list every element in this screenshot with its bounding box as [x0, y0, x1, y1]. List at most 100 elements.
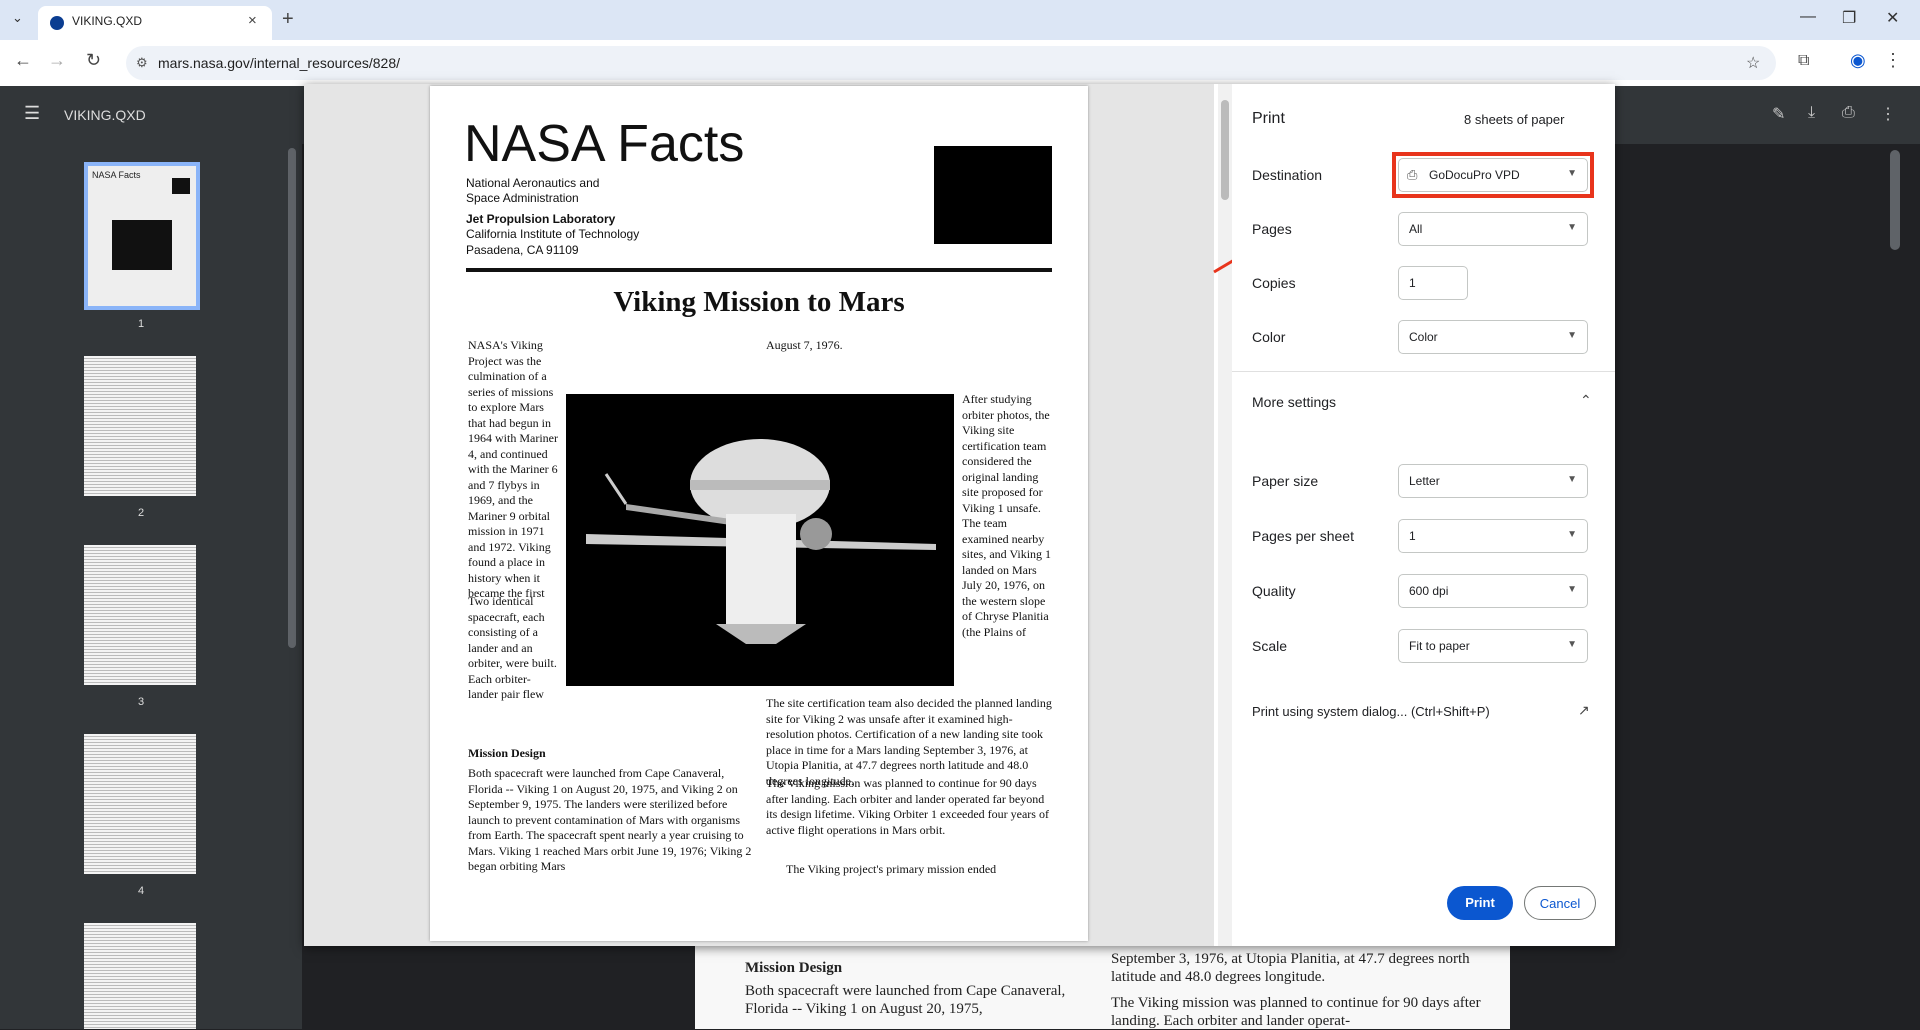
thumbnail-5[interactable] [84, 923, 196, 1029]
system-dialog-label: Print using system dialog... (Ctrl+Shift… [1252, 704, 1490, 719]
copies-value: 1 [1409, 276, 1416, 290]
print-title: Print [1252, 110, 1285, 127]
pages-per-sheet-select[interactable]: 1 ▼ [1398, 519, 1588, 553]
chevron-down-icon: ▼ [1567, 474, 1577, 485]
pages-label: Pages [1252, 221, 1292, 237]
pdf-title: VIKING.QXD [64, 107, 146, 123]
thumbnail-2[interactable] [84, 356, 196, 496]
thumbnail-logo [172, 178, 190, 194]
chevron-down-icon: ▼ [1567, 529, 1577, 540]
hamburger-menu-icon[interactable]: ☰ [24, 103, 40, 124]
background-page: Mission Design Both spacecraft were laun… [695, 946, 1510, 1029]
destination-label: Destination [1252, 167, 1323, 183]
thumbnail-1-number: 1 [138, 318, 145, 330]
nasa-logo-redacted [934, 146, 1052, 244]
scale-select[interactable]: Fit to paper ▼ [1398, 629, 1588, 663]
download-icon[interactable]: ⤓ [1808, 104, 1815, 122]
cancel-button[interactable]: Cancel [1524, 886, 1596, 920]
header-rule [466, 268, 1052, 272]
doc-lab: Jet Propulsion Laboratory [466, 212, 616, 226]
thumbnail-3[interactable] [84, 545, 196, 685]
divider [1232, 371, 1615, 372]
thumbnail-4-number: 4 [138, 885, 145, 897]
print-preview: NASA Facts National Aeronautics and Spac… [304, 84, 1214, 946]
color-select[interactable]: Color ▼ [1398, 320, 1588, 354]
color-value: Color [1409, 330, 1438, 344]
copies-label: Copies [1252, 275, 1296, 291]
new-tab-icon[interactable]: + [282, 8, 294, 31]
paper-size-select[interactable]: Letter ▼ [1398, 464, 1588, 498]
browser-menu-icon[interactable]: ⋮ [1884, 50, 1902, 71]
bg-heading: Mission Design [745, 960, 843, 976]
destination-value: GoDocuPro VPD [1429, 168, 1520, 182]
preview-page: NASA Facts National Aeronautics and Spac… [430, 86, 1088, 941]
reload-icon[interactable]: ↻ [86, 50, 101, 71]
tab-close-icon[interactable]: × [248, 12, 257, 29]
sidebar-scrollbar[interactable] [288, 148, 296, 648]
copies-input[interactable]: 1 [1398, 266, 1468, 300]
pdf-more-icon[interactable]: ⋮ [1880, 104, 1896, 124]
thumbnail-1-label: NASA Facts [92, 170, 141, 180]
quality-label: Quality [1252, 583, 1296, 599]
print-button[interactable]: Print [1447, 886, 1513, 920]
tab-search-icon[interactable]: ⌄ [12, 10, 23, 26]
forward-icon[interactable]: → [48, 50, 66, 71]
bg-left-text: Both spacecraft were launched from Cape … [745, 983, 1066, 1017]
quality-select[interactable]: 600 dpi ▼ [1398, 574, 1588, 608]
chevron-down-icon: ▼ [1567, 168, 1577, 179]
quality-value: 600 dpi [1409, 584, 1449, 598]
thumbnail-1-highlight[interactable]: NASA Facts [84, 162, 200, 310]
tab-title: VIKING.QXD [72, 14, 143, 28]
doc-institute: California Institute of Technology [466, 227, 640, 241]
pdf-print-icon[interactable]: ⎙ [1842, 104, 1855, 122]
doc-col2-p0: August 7, 1976. [766, 338, 843, 352]
site-info-icon[interactable]: ⚙ [136, 55, 148, 71]
thumbnail-3-number: 3 [138, 696, 145, 708]
doc-col2-p3: The Viking mission was planned to contin… [766, 776, 1049, 837]
close-window-icon[interactable]: ✕ [1886, 8, 1899, 28]
chevron-down-icon: ▼ [1567, 330, 1577, 341]
pages-select[interactable]: All ▼ [1398, 212, 1588, 246]
system-dialog-link[interactable]: Print using system dialog... (Ctrl+Shift… [1252, 702, 1595, 724]
restore-icon[interactable]: ❐ [1842, 8, 1856, 28]
doc-title: Viking Mission to Mars [613, 286, 905, 318]
destination-select[interactable]: ⎙ GoDocuPro VPD ▼ [1398, 158, 1588, 192]
doc-org-1: National Aeronautics and [466, 176, 600, 190]
viking-spacecraft-image [566, 394, 954, 686]
color-label: Color [1252, 329, 1286, 345]
url-text[interactable]: mars.nasa.gov/internal_resources/828/ [158, 55, 400, 71]
chevron-up-icon: ⌃ [1580, 392, 1592, 408]
thumbnail-4[interactable] [84, 734, 196, 874]
address-bar[interactable]: ⚙ mars.nasa.gov/internal_resources/828/ … [126, 46, 1776, 80]
doc-org-2: Space Administration [466, 191, 579, 205]
chevron-down-icon: ▼ [1567, 639, 1577, 650]
minimize-icon[interactable]: — [1800, 8, 1816, 26]
open-external-icon: ↗ [1578, 702, 1590, 718]
bookmark-star-icon[interactable]: ☆ [1746, 53, 1760, 73]
annotate-icon[interactable]: ✎ [1772, 104, 1785, 124]
doc-col1-p1: NASA's Viking Project was the culminatio… [468, 338, 558, 602]
bg-right-text-1: September 3, 1976, at Utopia Planitia, a… [1111, 951, 1470, 985]
print-dialog: NASA Facts National Aeronautics and Spac… [304, 84, 1615, 946]
bg-right-text-2: The Viking mission was planned to contin… [1111, 995, 1481, 1029]
doc-col2-p4: The Viking project's primary mission end… [786, 862, 997, 876]
tab-strip: ⌄ VIKING.QXD × + — ❐ ✕ [0, 0, 1920, 40]
nasa-favicon-icon [50, 16, 64, 30]
print-settings-panel: Print 8 sheets of paper Destination ⎙ Go… [1232, 84, 1615, 946]
chevron-down-icon: ▼ [1567, 222, 1577, 233]
chevron-down-icon: ▼ [1567, 584, 1577, 595]
paper-size-label: Paper size [1252, 473, 1319, 489]
profile-icon[interactable]: ◉ [1850, 50, 1866, 71]
more-settings-toggle[interactable]: More settings ⌃ [1232, 384, 1615, 422]
pages-per-sheet-label: Pages per sheet [1252, 528, 1354, 544]
tab-viking[interactable]: VIKING.QXD × [38, 6, 272, 40]
extensions-icon[interactable]: ⧉ [1798, 52, 1809, 70]
thumbnail-2-number: 2 [138, 507, 145, 519]
scale-label: Scale [1252, 638, 1288, 654]
pages-value: All [1409, 222, 1423, 236]
main-scrollbar[interactable] [1890, 150, 1900, 250]
back-icon[interactable]: ← [14, 50, 32, 71]
doc-section-mission: Mission Design [468, 746, 546, 760]
doc-col1-p2: Two identical spacecraft, each consistin… [468, 594, 557, 706]
doc-city: Pasadena, CA 91109 [466, 243, 579, 257]
